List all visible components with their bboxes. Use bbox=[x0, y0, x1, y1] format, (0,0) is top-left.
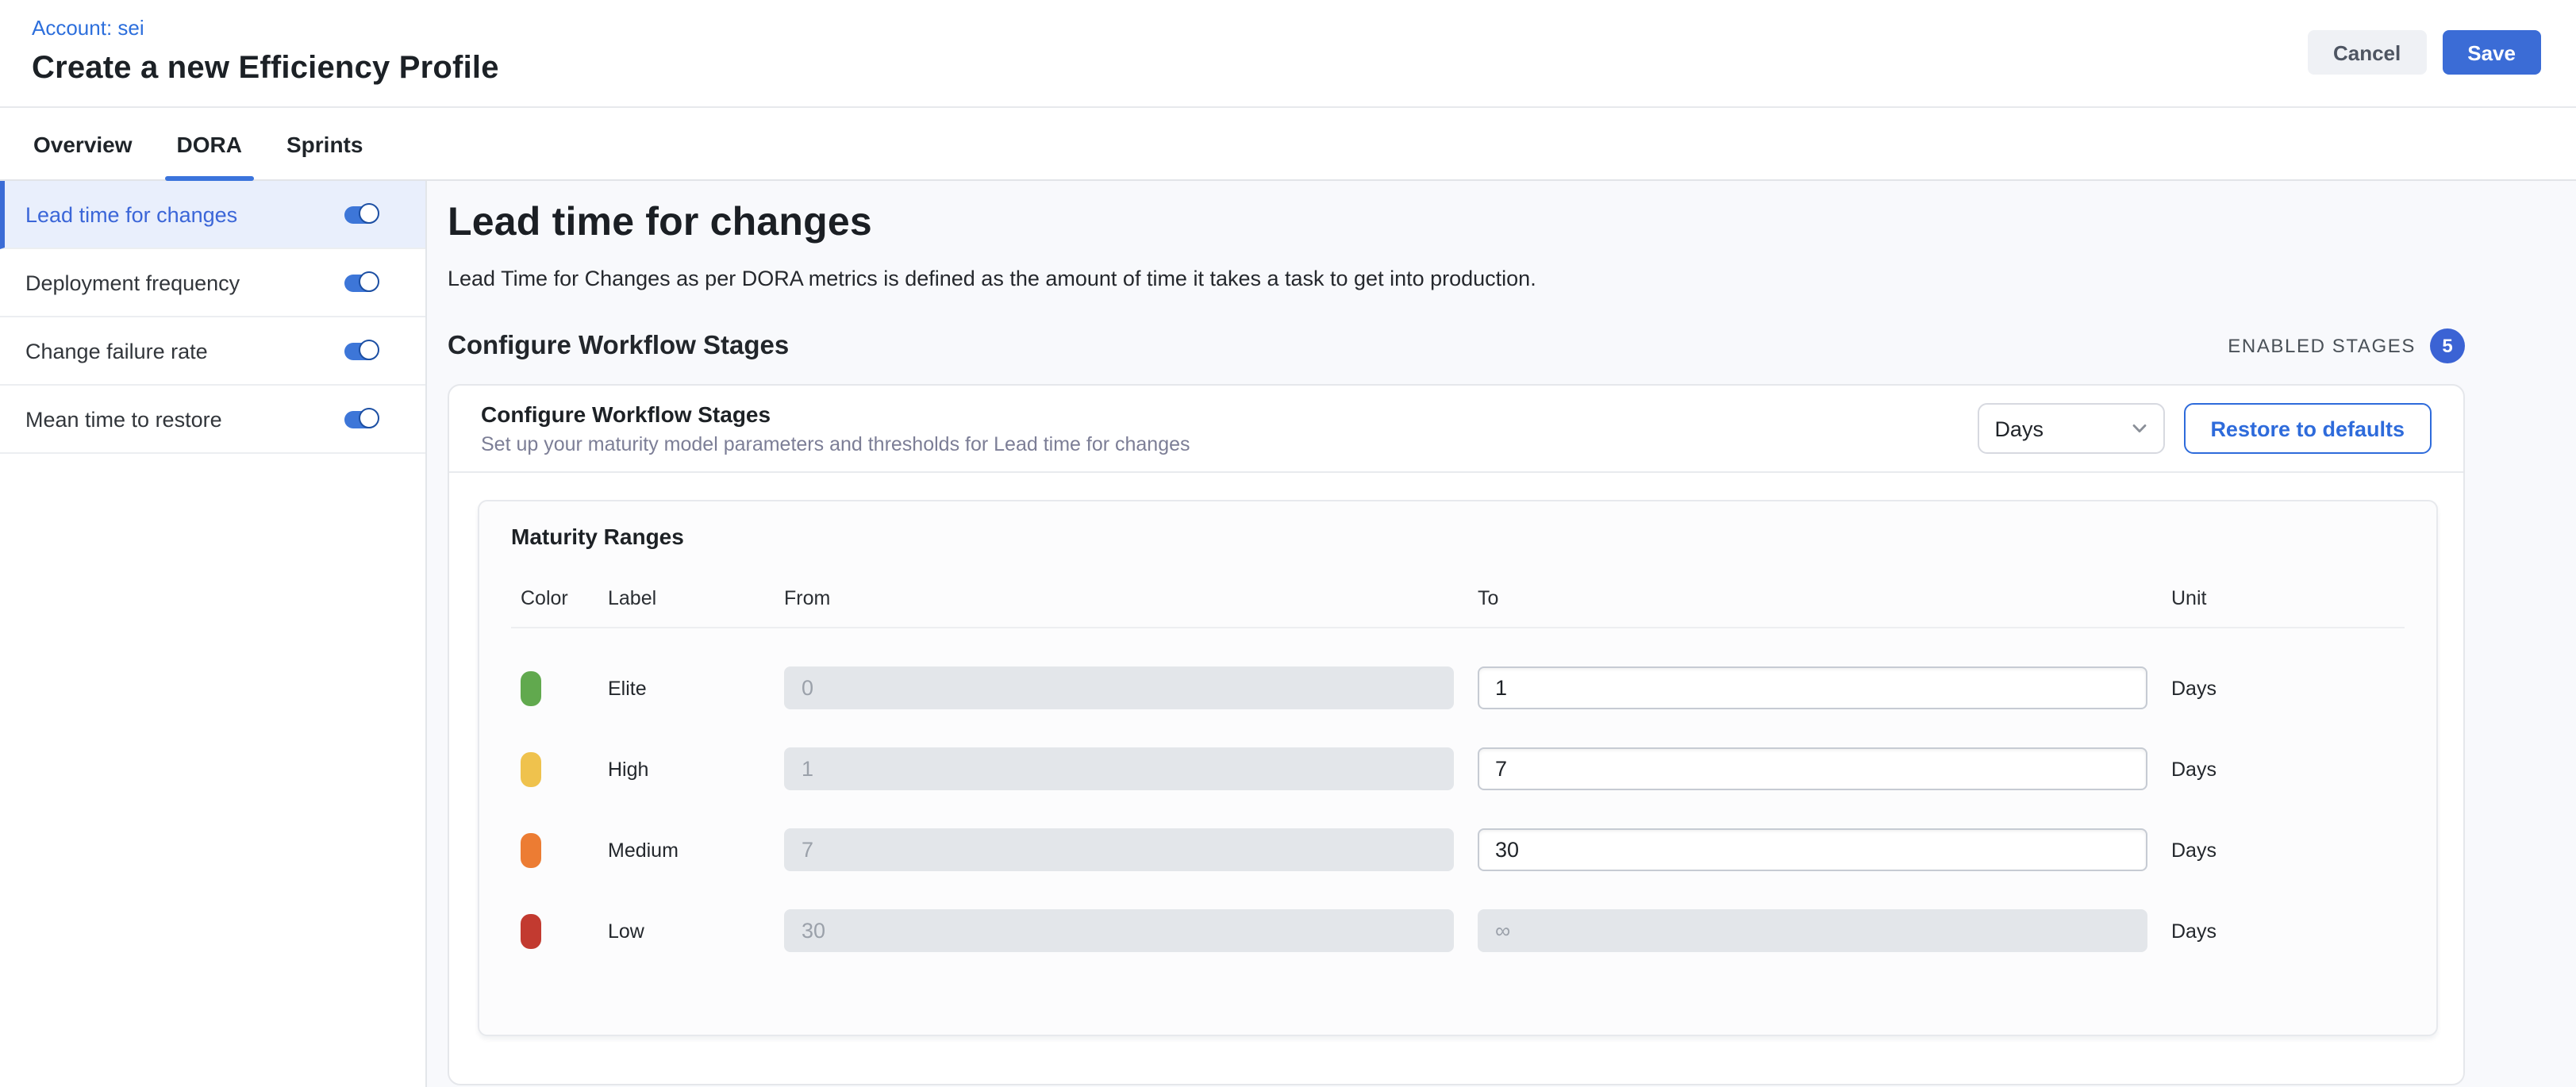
page-title: Create a new Efficiency Profile bbox=[32, 51, 2541, 87]
chevron-down-icon bbox=[2131, 421, 2147, 436]
card-header-text: Configure Workflow Stages Set up your ma… bbox=[481, 401, 1190, 455]
tab[interactable]: DORA bbox=[166, 108, 253, 179]
unit-label: Days bbox=[2171, 920, 2405, 942]
maturity-label: Medium bbox=[608, 839, 760, 861]
from-input[interactable] bbox=[784, 666, 1454, 709]
metric-toggle[interactable] bbox=[344, 205, 378, 223]
maturity-table-row: Medium Days bbox=[511, 828, 2405, 871]
save-button[interactable]: Save bbox=[2442, 30, 2541, 75]
maturity-color-swatch bbox=[521, 913, 541, 948]
tab[interactable]: Overview bbox=[22, 108, 144, 179]
column-header-color: Color bbox=[511, 587, 584, 609]
color-cell bbox=[511, 670, 584, 705]
header-actions: Cancel Save bbox=[2308, 30, 2541, 75]
maturity-table-header: Color Label From To Unit bbox=[511, 587, 2405, 628]
main-panel: Lead time for changes Lead Time for Chan… bbox=[427, 181, 2576, 1087]
to-cell bbox=[1478, 909, 2147, 952]
from-cell bbox=[784, 666, 1454, 709]
maturity-table-row: High Days bbox=[511, 747, 2405, 790]
maturity-table-row: Elite Days bbox=[511, 666, 2405, 709]
maturity-table-row: Low Days bbox=[511, 909, 2405, 952]
maturity-ranges-card: Maturity Ranges Color Label From To Unit bbox=[478, 500, 2438, 1036]
configure-workflow-card: Configure Workflow Stages Set up your ma… bbox=[448, 384, 2465, 1085]
account-breadcrumb-link[interactable]: Account: sei bbox=[32, 16, 2541, 40]
page-header: Account: sei Create a new Efficiency Pro… bbox=[0, 0, 2576, 108]
cancel-button[interactable]: Cancel bbox=[2308, 30, 2426, 75]
efficiency-profile-page: Account: sei Create a new Efficiency Pro… bbox=[0, 0, 2576, 1087]
sidebar-metric-item[interactable]: Lead time for changes bbox=[0, 181, 425, 249]
tab-label: DORA bbox=[177, 131, 242, 156]
color-cell bbox=[511, 913, 584, 948]
maturity-ranges-title: Maturity Ranges bbox=[511, 524, 2405, 549]
from-cell bbox=[784, 828, 1454, 871]
metric-toggle[interactable] bbox=[344, 410, 378, 428]
metric-description: Lead Time for Changes as per DORA metric… bbox=[448, 267, 2465, 290]
tab-label: Overview bbox=[33, 131, 133, 156]
metric-toggle[interactable] bbox=[344, 274, 378, 291]
tab[interactable]: Sprints bbox=[275, 108, 374, 179]
from-input[interactable] bbox=[784, 909, 1454, 952]
to-input[interactable] bbox=[1478, 747, 2147, 790]
metrics-sidebar: Lead time for changes Deployment frequen… bbox=[0, 181, 427, 1087]
to-input[interactable] bbox=[1478, 909, 2147, 952]
enabled-stages-label: ENABLED STAGES bbox=[2228, 335, 2416, 357]
from-input[interactable] bbox=[784, 747, 1454, 790]
sidebar-metric-label: Change failure rate bbox=[25, 339, 208, 363]
column-header-label: Label bbox=[608, 587, 760, 609]
column-header-unit: Unit bbox=[2171, 587, 2405, 609]
sidebar-metric-item[interactable]: Deployment frequency bbox=[0, 249, 425, 317]
section-title: Configure Workflow Stages bbox=[448, 331, 789, 361]
to-cell bbox=[1478, 828, 2147, 871]
sidebar-metric-label: Deployment frequency bbox=[25, 271, 240, 294]
sidebar-metric-label: Lead time for changes bbox=[25, 202, 237, 226]
sidebar-metric-item[interactable]: Mean time to restore bbox=[0, 386, 425, 454]
unit-select[interactable]: Days bbox=[1977, 403, 2164, 454]
metric-toggle[interactable] bbox=[344, 342, 378, 359]
unit-label: Days bbox=[2171, 758, 2405, 780]
maturity-label: Low bbox=[608, 920, 760, 942]
sidebar-metric-item[interactable]: Change failure rate bbox=[0, 317, 425, 386]
unit-label: Days bbox=[2171, 677, 2405, 699]
card-title: Configure Workflow Stages bbox=[481, 401, 1190, 427]
maturity-label: Elite bbox=[608, 677, 760, 699]
to-input[interactable] bbox=[1478, 666, 2147, 709]
toggle-knob bbox=[359, 408, 379, 428]
from-input[interactable] bbox=[784, 828, 1454, 871]
maturity-label: High bbox=[608, 758, 760, 780]
color-cell bbox=[511, 832, 584, 867]
content-area: Lead time for changes Deployment frequen… bbox=[0, 181, 2576, 1087]
column-header-from: From bbox=[784, 587, 1454, 609]
tab-bar: Overview DORA Sprints bbox=[0, 108, 2576, 181]
from-cell bbox=[784, 747, 1454, 790]
card-controls: Days Restore to defaults bbox=[1977, 403, 2432, 454]
maturity-color-swatch bbox=[521, 670, 541, 705]
metric-title: Lead time for changes bbox=[448, 200, 2465, 246]
card-header: Configure Workflow Stages Set up your ma… bbox=[449, 386, 2463, 473]
card-body: Maturity Ranges Color Label From To Unit bbox=[449, 473, 2463, 1084]
toggle-knob bbox=[359, 271, 379, 292]
color-cell bbox=[511, 751, 584, 786]
sidebar-metric-label: Mean time to restore bbox=[25, 407, 222, 431]
to-input[interactable] bbox=[1478, 828, 2147, 871]
to-cell bbox=[1478, 666, 2147, 709]
section-header-row: Configure Workflow Stages ENABLED STAGES… bbox=[448, 328, 2465, 363]
enabled-stages-count-badge: 5 bbox=[2430, 328, 2465, 363]
maturity-color-swatch bbox=[521, 832, 541, 867]
toggle-knob bbox=[359, 203, 379, 224]
column-header-to: To bbox=[1478, 587, 2147, 609]
from-cell bbox=[784, 909, 1454, 952]
tab-label: Sprints bbox=[286, 131, 363, 156]
maturity-color-swatch bbox=[521, 751, 541, 786]
enabled-stages: ENABLED STAGES 5 bbox=[2228, 328, 2465, 363]
unit-select-value: Days bbox=[1994, 417, 2043, 440]
card-subtitle: Set up your maturity model parameters an… bbox=[481, 433, 1190, 455]
restore-defaults-button[interactable]: Restore to defaults bbox=[2183, 403, 2432, 454]
unit-label: Days bbox=[2171, 839, 2405, 861]
toggle-knob bbox=[359, 340, 379, 360]
to-cell bbox=[1478, 747, 2147, 790]
